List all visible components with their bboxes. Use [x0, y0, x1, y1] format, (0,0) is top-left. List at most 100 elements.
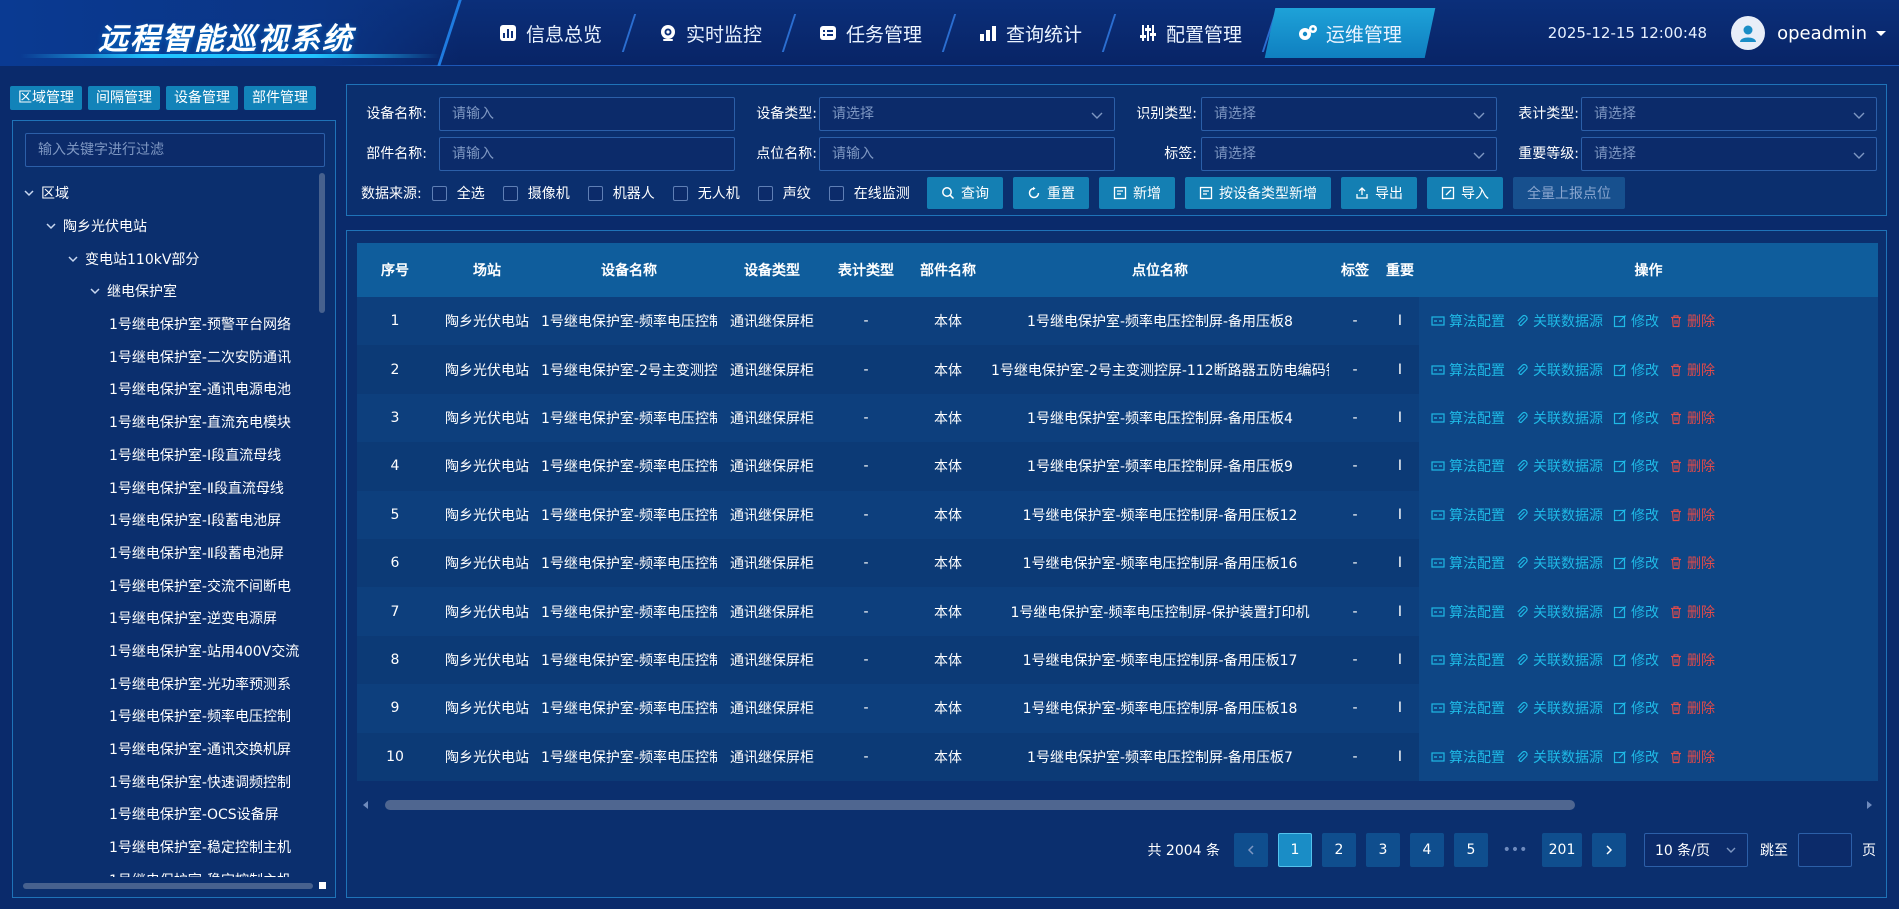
jump-page-input[interactable]	[1798, 833, 1852, 867]
delete-link[interactable]: 删除	[1669, 650, 1715, 670]
edit-link[interactable]: 修改	[1613, 360, 1659, 380]
import-button[interactable]: 导入	[1427, 177, 1503, 209]
username[interactable]: opeadmin	[1777, 23, 1867, 44]
tree-node[interactable]: 继电保护室	[23, 275, 323, 308]
report-all-points-button[interactable]: 全量上报点位	[1513, 177, 1625, 209]
source-checkbox-drone[interactable]: 无人机	[672, 183, 740, 203]
tree-node[interactable]: 1号继电保护室-稳定控制主机	[23, 863, 323, 877]
chevron-down-icon[interactable]	[89, 285, 101, 297]
tag-select[interactable]: 请选择	[1201, 137, 1497, 171]
algorithm-config-link[interactable]: 算法配置	[1431, 698, 1505, 718]
table-row[interactable]: 4 陶乡光伏电站 1号继电保护室-频率电压控制屏通讯继保屏柜 - 本体 1号继电保护室-频…	[357, 442, 1878, 491]
source-checkbox-camera[interactable]: 摄像机	[502, 183, 570, 203]
tree-vertical-scrollbar[interactable]	[319, 173, 325, 313]
tab-area-management[interactable]: 区域管理	[10, 86, 82, 110]
tree-node[interactable]: 1号继电保护室-Ⅱ段直流母线	[23, 471, 323, 504]
algorithm-config-link[interactable]: 算法配置	[1431, 553, 1505, 573]
algorithm-config-link[interactable]: 算法配置	[1431, 602, 1505, 622]
algorithm-config-link[interactable]: 算法配置	[1431, 408, 1505, 428]
tree-node[interactable]: 1号继电保护室-OCS设备屏	[23, 798, 323, 831]
recog-type-select[interactable]: 请选择	[1201, 97, 1497, 131]
page-size-select[interactable]: 10 条/页	[1644, 833, 1748, 867]
source-checkbox-robot[interactable]: 机器人	[587, 183, 655, 203]
chevron-down-icon[interactable]	[1873, 25, 1889, 41]
tree-node[interactable]: 1号继电保护室-Ⅰ段直流母线	[23, 439, 323, 472]
delete-link[interactable]: 删除	[1669, 408, 1715, 428]
tab-bay-management[interactable]: 间隔管理	[88, 86, 160, 110]
delete-link[interactable]: 删除	[1669, 698, 1715, 718]
link-datasource-link[interactable]: 关联数据源	[1515, 553, 1603, 573]
checkbox[interactable]	[672, 185, 688, 201]
table-row[interactable]: 10 陶乡光伏电站 1号继电保护室-频率电压控制屏通讯继保屏柜 - 本体 1号继电保护室-…	[357, 732, 1878, 781]
edit-link[interactable]: 修改	[1613, 650, 1659, 670]
source-checkbox-online[interactable]: 在线监测	[828, 183, 910, 203]
tree-node[interactable]: 1号继电保护室-逆变电源屏	[23, 602, 323, 635]
tree-node[interactable]: 陶乡光伏电站	[23, 210, 323, 243]
link-datasource-link[interactable]: 关联数据源	[1515, 602, 1603, 622]
delete-link[interactable]: 删除	[1669, 602, 1715, 622]
nav-item-stats[interactable]: 查询统计	[950, 8, 1110, 58]
importance-select[interactable]: 请选择	[1581, 137, 1877, 171]
tree-node[interactable]: 1号继电保护室-频率电压控制	[23, 700, 323, 733]
algorithm-config-link[interactable]: 算法配置	[1431, 747, 1505, 767]
edit-link[interactable]: 修改	[1613, 311, 1659, 331]
source-checkbox-voiceprint[interactable]: 声纹	[757, 183, 811, 203]
query-button[interactable]: 查询	[927, 177, 1003, 209]
edit-link[interactable]: 修改	[1613, 408, 1659, 428]
tree-node[interactable]: 1号继电保护室-稳定控制主机	[23, 831, 323, 864]
delete-link[interactable]: 删除	[1669, 553, 1715, 573]
link-datasource-link[interactable]: 关联数据源	[1515, 505, 1603, 525]
tab-part-management[interactable]: 部件管理	[244, 86, 316, 110]
nav-item-ops[interactable]: 运维管理	[1264, 8, 1436, 58]
edit-link[interactable]: 修改	[1613, 698, 1659, 718]
link-datasource-link[interactable]: 关联数据源	[1515, 360, 1603, 380]
link-datasource-link[interactable]: 关联数据源	[1515, 650, 1603, 670]
link-datasource-link[interactable]: 关联数据源	[1515, 311, 1603, 331]
table-row[interactable]: 5 陶乡光伏电站 1号继电保护室-频率电压控制屏通讯继保屏柜 - 本体 1号继电保护室-频…	[357, 490, 1878, 539]
delete-link[interactable]: 删除	[1669, 505, 1715, 525]
table-row[interactable]: 7 陶乡光伏电站 1号继电保护室-频率电压控制屏通讯继保屏柜 - 本体 1号继电保护室-频…	[357, 587, 1878, 636]
delete-link[interactable]: 删除	[1669, 456, 1715, 476]
part-name-input[interactable]	[439, 137, 735, 171]
checkbox[interactable]	[757, 185, 773, 201]
device-type-select[interactable]: 请选择	[819, 97, 1115, 131]
page-button[interactable]: 1	[1278, 833, 1312, 867]
tree-node[interactable]: 1号继电保护室-交流不间断电	[23, 569, 323, 602]
delete-link[interactable]: 删除	[1669, 747, 1715, 767]
algorithm-config-link[interactable]: 算法配置	[1431, 505, 1505, 525]
link-datasource-link[interactable]: 关联数据源	[1515, 408, 1603, 428]
tree-node[interactable]: 1号继电保护室-Ⅱ段蓄电池屏	[23, 537, 323, 570]
table-row[interactable]: 9 陶乡光伏电站 1号继电保护室-频率电压控制屏通讯继保屏柜 - 本体 1号继电保护室-频…	[357, 684, 1878, 733]
link-datasource-link[interactable]: 关联数据源	[1515, 747, 1603, 767]
table-row[interactable]: 1 陶乡光伏电站 1号继电保护室-频率电压控制屏通讯继保屏柜 - 本体 1号继电保护室-频…	[357, 297, 1878, 346]
device-name-input[interactable]	[439, 97, 735, 131]
tree-node[interactable]: 1号继电保护室-光功率预测系	[23, 667, 323, 700]
add-by-type-button[interactable]: 按设备类型新增	[1185, 177, 1331, 209]
table-row[interactable]: 6 陶乡光伏电站 1号继电保护室-频率电压控制屏通讯继保屏柜 - 本体 1号继电保护室-频…	[357, 538, 1878, 588]
delete-link[interactable]: 删除	[1669, 360, 1715, 380]
tree-node[interactable]: 1号继电保护室-二次安防通讯	[23, 340, 323, 373]
delete-link[interactable]: 删除	[1669, 311, 1715, 331]
table-row[interactable]: 2 陶乡光伏电站 1号继电保护室-2号主变测控屏 通讯继保屏柜 - 本体 1号继电保护室-2…	[357, 345, 1878, 394]
scroll-right-icon[interactable]	[1864, 800, 1874, 810]
scroll-left-icon[interactable]	[361, 800, 371, 810]
page-button[interactable]: 4	[1410, 833, 1444, 867]
avatar[interactable]	[1731, 16, 1766, 50]
tree-node[interactable]: 1号继电保护室-Ⅰ段蓄电池屏	[23, 504, 323, 537]
page-button-last[interactable]: 201	[1542, 833, 1582, 867]
edit-link[interactable]: 修改	[1613, 602, 1659, 622]
tree-horizontal-scrollbar[interactable]	[23, 883, 313, 889]
point-name-input[interactable]	[819, 137, 1115, 171]
chevron-down-icon[interactable]	[23, 187, 35, 199]
checkbox[interactable]	[431, 185, 447, 201]
checkbox[interactable]	[502, 185, 518, 201]
page-button[interactable]: 3	[1366, 833, 1400, 867]
algorithm-config-link[interactable]: 算法配置	[1431, 456, 1505, 476]
nav-item-config[interactable]: 配置管理	[1110, 8, 1270, 58]
tree-node[interactable]: 1号继电保护室-直流充电模块	[23, 406, 323, 439]
add-button[interactable]: 新增	[1099, 177, 1175, 209]
nav-item-tasks[interactable]: 任务管理	[790, 8, 950, 58]
more-pages-indicator[interactable]: •••	[1498, 833, 1532, 867]
table-row[interactable]: 3 陶乡光伏电站 1号继电保护室-频率电压控制屏通讯继保屏柜 - 本体 1号继电保护室-频…	[357, 393, 1878, 443]
edit-link[interactable]: 修改	[1613, 505, 1659, 525]
